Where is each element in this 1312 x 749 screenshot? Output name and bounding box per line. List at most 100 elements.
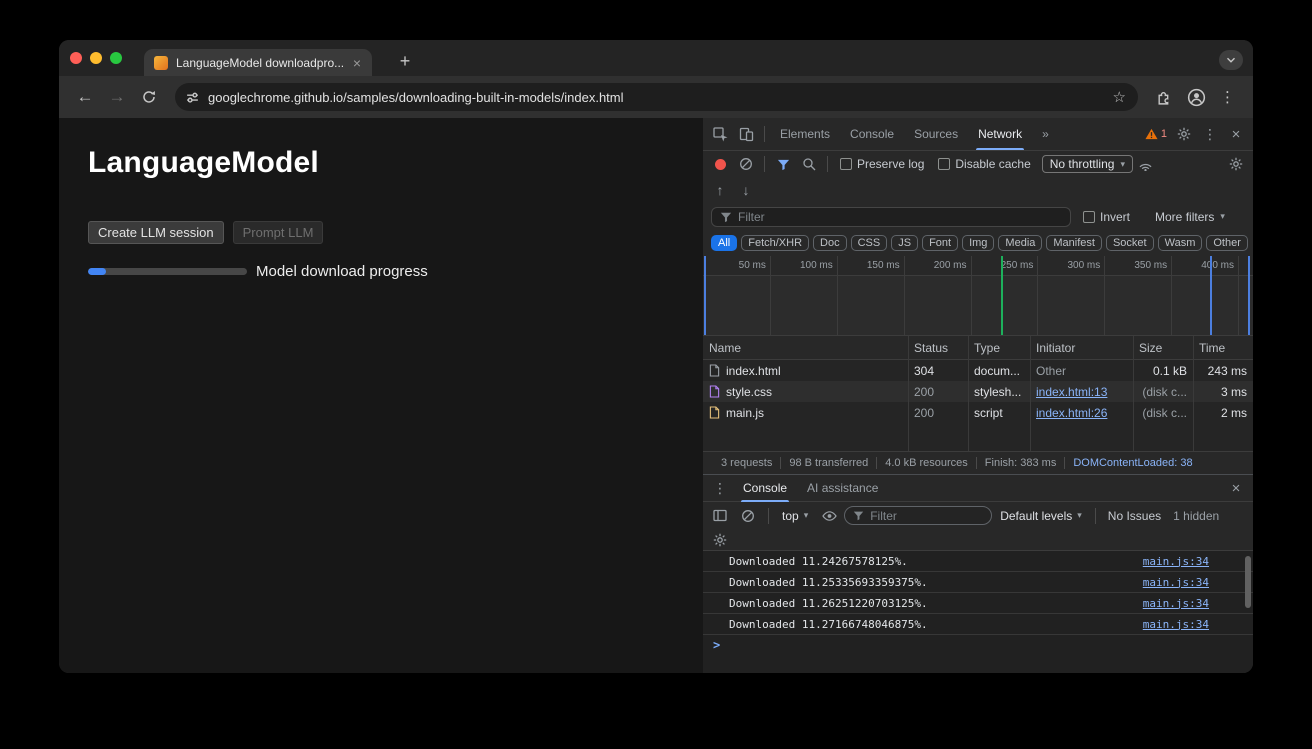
chip-js[interactable]: JS (891, 235, 918, 251)
extensions-button[interactable] (1150, 83, 1178, 111)
console-filter-input[interactable] (870, 509, 983, 523)
console-message[interactable]: Downloaded 11.27166748046875%. main.js:3… (703, 614, 1253, 635)
chip-media[interactable]: Media (998, 235, 1042, 251)
chip-other[interactable]: Other (1206, 235, 1248, 251)
browser-menu-button[interactable]: ⋮ (1214, 88, 1241, 106)
col-type[interactable]: Type (968, 341, 1030, 355)
chip-wasm[interactable]: Wasm (1158, 235, 1203, 251)
network-search-button[interactable] (796, 153, 822, 175)
chip-fetch-xhr[interactable]: Fetch/XHR (741, 235, 809, 251)
log-levels-select[interactable]: Default levels ▾ (994, 509, 1088, 523)
chip-doc[interactable]: Doc (813, 235, 847, 251)
tab-sources[interactable]: Sources (904, 118, 968, 150)
import-har-icon[interactable]: ↑ (707, 179, 733, 201)
tab-elements[interactable]: Elements (770, 118, 840, 150)
initiator-link[interactable]: index.html:13 (1036, 385, 1107, 399)
col-size[interactable]: Size (1133, 341, 1193, 355)
url-input[interactable] (208, 90, 1111, 105)
omnibox[interactable]: ☆ (175, 83, 1138, 111)
bookmark-star-icon[interactable]: ☆ (1111, 88, 1128, 106)
invert-checkbox[interactable] (1083, 211, 1095, 223)
chip-socket[interactable]: Socket (1106, 235, 1154, 251)
tab-search-button[interactable] (1219, 50, 1243, 70)
column-divider[interactable] (908, 336, 909, 451)
network-overview[interactable]: 50 ms 100 ms 150 ms 200 ms 250 ms 300 ms… (703, 256, 1253, 336)
preserve-log-checkbox[interactable] (840, 158, 852, 170)
clear-console-button[interactable] (735, 505, 761, 527)
back-button[interactable]: ← (71, 83, 99, 111)
record-network-log-button[interactable] (707, 153, 733, 175)
network-filter-input[interactable] (738, 210, 1062, 224)
console-scrollbar[interactable] (1245, 556, 1251, 608)
column-divider[interactable] (1030, 336, 1031, 451)
devtools-close-icon[interactable]: × (1223, 123, 1249, 145)
create-session-button[interactable]: Create LLM session (88, 221, 224, 244)
invert-option[interactable]: Invert (1083, 210, 1130, 224)
col-time[interactable]: Time (1193, 341, 1253, 355)
context-selector[interactable]: top ▾ (776, 509, 814, 523)
site-settings-icon[interactable] (185, 90, 200, 105)
tab-close-icon[interactable]: × (350, 55, 364, 71)
console-message[interactable]: Downloaded 11.25335693359375%. main.js:3… (703, 572, 1253, 593)
message-source-link[interactable]: main.js:34 (1143, 576, 1209, 589)
console-message[interactable]: Downloaded 11.26251220703125%. main.js:3… (703, 593, 1253, 614)
drawer-menu-icon[interactable]: ⋮ (707, 477, 733, 499)
column-divider[interactable] (1133, 336, 1134, 451)
throttling-select[interactable]: No throttling ▾ (1042, 155, 1133, 173)
export-har-icon[interactable]: ↓ (733, 179, 759, 201)
clear-network-log-button[interactable] (733, 153, 759, 175)
console-prompt[interactable]: > (703, 635, 1253, 655)
network-conditions-button[interactable] (1133, 153, 1159, 175)
drawer-tab-ai-assistance[interactable]: AI assistance (797, 475, 888, 502)
drawer-tab-console[interactable]: Console (733, 475, 797, 502)
message-source-link[interactable]: main.js:34 (1143, 618, 1209, 631)
reload-button[interactable] (135, 83, 163, 111)
console-filter-box[interactable] (844, 506, 992, 525)
preserve-log-option[interactable]: Preserve log (840, 157, 924, 171)
filter-toggle-button[interactable] (770, 153, 796, 175)
console-settings-gear-icon[interactable] (707, 529, 733, 551)
minimize-window-button[interactable] (90, 52, 102, 64)
new-tab-button[interactable]: + (392, 48, 418, 74)
col-initiator[interactable]: Initiator (1030, 341, 1133, 355)
forward-button[interactable]: → (103, 83, 131, 111)
close-window-button[interactable] (70, 52, 82, 64)
chip-all[interactable]: All (711, 235, 737, 251)
devtools-menu-icon[interactable]: ⋮ (1197, 123, 1223, 145)
message-source-link[interactable]: main.js:34 (1143, 597, 1209, 610)
column-divider[interactable] (968, 336, 969, 451)
chip-img[interactable]: Img (962, 235, 994, 251)
col-status[interactable]: Status (908, 341, 968, 355)
inspect-element-icon[interactable] (707, 123, 733, 145)
tab-network[interactable]: Network (968, 118, 1032, 150)
profile-button[interactable] (1182, 83, 1210, 111)
tab-console[interactable]: Console (840, 118, 904, 150)
issues-badge[interactable]: 1 (1141, 128, 1171, 140)
disable-cache-checkbox[interactable] (938, 158, 950, 170)
network-settings-icon[interactable] (1223, 153, 1249, 175)
message-source-link[interactable]: main.js:34 (1143, 555, 1209, 568)
table-row[interactable]: index.html 304 docum... Other 0.1 kB 243… (703, 360, 1253, 381)
initiator-link[interactable]: index.html:26 (1036, 406, 1107, 420)
devtools-settings-icon[interactable] (1171, 123, 1197, 145)
hidden-messages-label[interactable]: 1 hidden (1168, 509, 1224, 523)
disable-cache-option[interactable]: Disable cache (938, 157, 1030, 171)
no-issues-label[interactable]: No Issues (1103, 509, 1166, 523)
network-filter-input-box[interactable] (711, 207, 1071, 227)
device-toolbar-icon[interactable] (733, 123, 759, 145)
col-name[interactable]: Name (703, 341, 908, 355)
maximize-window-button[interactable] (110, 52, 122, 64)
chip-css[interactable]: CSS (851, 235, 888, 251)
more-tabs-button[interactable]: » (1032, 118, 1059, 150)
console-message[interactable]: Downloaded 11.24267578125%. main.js:34 (703, 551, 1253, 572)
chip-manifest[interactable]: Manifest (1046, 235, 1102, 251)
table-row[interactable]: style.css 200 stylesh... index.html:13 (… (703, 381, 1253, 402)
live-expression-eye-icon[interactable] (816, 505, 842, 527)
console-sidebar-icon[interactable] (707, 505, 733, 527)
browser-tab[interactable]: LanguageModel downloadpro... × (144, 49, 372, 76)
chip-font[interactable]: Font (922, 235, 958, 251)
drawer-close-icon[interactable]: × (1223, 477, 1249, 499)
more-filters-button[interactable]: More filters ▾ (1155, 210, 1225, 224)
column-divider[interactable] (1193, 336, 1194, 451)
table-row[interactable]: main.js 200 script index.html:26 (disk c… (703, 402, 1253, 423)
